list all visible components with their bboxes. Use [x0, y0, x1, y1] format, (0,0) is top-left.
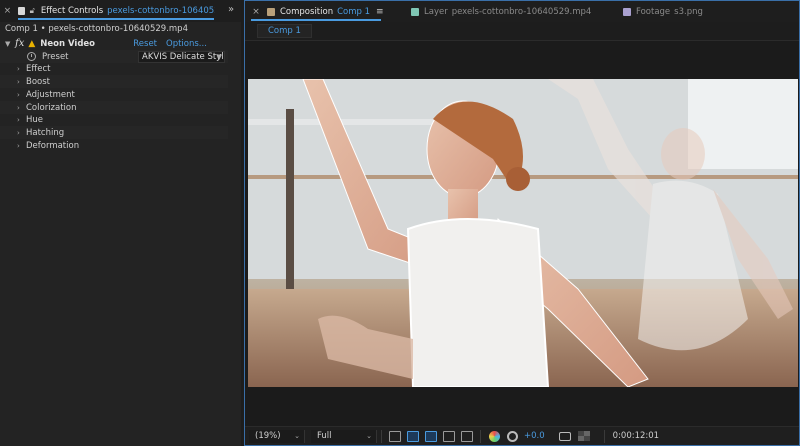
tab-layer[interactable]: Layer pexels-cottonbro-10640529.mp4: [405, 1, 617, 22]
mask-path-visibility-icon[interactable]: [425, 430, 437, 442]
tab-layer-name: pexels-cottonbro-10640529.mp4: [451, 6, 592, 17]
resolution-value: Full: [317, 431, 332, 441]
close-icon[interactable]: ×: [3, 6, 12, 16]
options-button[interactable]: Options...: [166, 39, 207, 49]
preset-dropdown[interactable]: AKVIS Delicate Styl ▼: [138, 50, 225, 63]
chevron-down-icon: ⌄: [366, 432, 372, 440]
panel-icon: [17, 7, 25, 15]
group-label: Adjustment: [26, 89, 75, 100]
group-row-effect[interactable]: › Effect: [0, 62, 228, 75]
composition-tabbar: × Composition Comp 1 ≡ Layer pexels-cott…: [245, 1, 799, 22]
preset-value: AKVIS Delicate Styl: [142, 51, 224, 62]
stopwatch-icon[interactable]: [27, 52, 36, 61]
preset-label: Preset: [42, 51, 69, 62]
transparency-grid-icon[interactable]: [407, 430, 419, 442]
zoom-dropdown[interactable]: (19%) ⌄: [249, 429, 305, 443]
snapshot-camera-icon[interactable]: [558, 431, 571, 441]
tab-title: Composition: [280, 6, 334, 17]
toolbar-separator: [603, 429, 605, 443]
toolbar-separator: [480, 429, 481, 443]
fast-preview-icon[interactable]: [389, 430, 401, 442]
twirl-closed-icon[interactable]: ›: [17, 142, 25, 150]
active-tab-underline: [251, 19, 381, 21]
twirl-closed-icon[interactable]: ›: [17, 91, 25, 99]
group-row-hatching[interactable]: › Hatching: [0, 126, 228, 139]
effect-name: Neon Video: [40, 38, 96, 49]
tab-footage[interactable]: Footage s3.png: [617, 1, 703, 22]
tab-title: Layer: [424, 6, 448, 17]
composition-panel: × Composition Comp 1 ≡ Layer pexels-cott…: [244, 0, 800, 446]
zoom-value: (19%): [255, 431, 281, 441]
lock-icon[interactable]: 🔓︎: [30, 6, 35, 16]
twirl-closed-icon[interactable]: ›: [17, 116, 25, 124]
group-label: Deformation: [26, 140, 80, 151]
panel-overflow-icon[interactable]: »: [228, 4, 234, 15]
current-time-display[interactable]: 0:00:12:01: [613, 431, 659, 441]
composition-navigator: Comp 1: [245, 22, 799, 41]
region-of-interest-icon[interactable]: [443, 430, 455, 442]
close-icon[interactable]: ×: [251, 7, 261, 17]
tab-file-link[interactable]: pexels-cottonbro-10640529.r: [107, 6, 215, 16]
twirl-closed-icon[interactable]: ›: [17, 129, 25, 137]
group-label: Effect: [26, 63, 51, 74]
group-row-deformation[interactable]: › Deformation: [0, 139, 228, 152]
group-label: Hatching: [26, 127, 65, 138]
exposure-value[interactable]: +0.0: [524, 431, 545, 441]
group-row-adjustment[interactable]: › Adjustment: [0, 88, 228, 101]
group-label: Boost: [26, 76, 50, 87]
group-row-boost[interactable]: › Boost: [0, 75, 228, 88]
tab-title: Footage: [636, 6, 671, 17]
effect-header-row[interactable]: ▼ fx ▲ Neon Video Reset Options...: [0, 37, 228, 50]
video-frame-illustration: [248, 79, 798, 387]
resolution-dropdown[interactable]: Full ⌄: [311, 429, 377, 443]
twirl-closed-icon[interactable]: ›: [17, 78, 25, 86]
tab-title: Effect Controls: [40, 6, 104, 16]
group-label: Hue: [26, 114, 44, 125]
footage-icon: [623, 7, 631, 16]
warning-icon: ▲: [28, 38, 36, 49]
reset-button[interactable]: Reset: [133, 39, 157, 49]
twirl-closed-icon[interactable]: ›: [17, 104, 25, 112]
effect-controls-subheader: Comp 1 • pexels-cottonbro-10640529.mp4: [5, 24, 188, 34]
group-label: Colorization: [26, 102, 77, 113]
toolbar-separator: [381, 429, 382, 443]
tab-composition[interactable]: × Composition Comp 1 ≡: [245, 1, 405, 22]
show-snapshot-icon[interactable]: [577, 431, 590, 441]
twirl-closed-icon[interactable]: ›: [17, 65, 25, 73]
effect-controls-tabbar: × 🔓︎ Effect Controls pexels-cottonbro-10…: [0, 0, 241, 22]
composition-viewer[interactable]: [245, 41, 799, 426]
comp-nav-button[interactable]: Comp 1: [257, 24, 312, 38]
channel-color-icon[interactable]: [489, 430, 500, 442]
chevron-down-icon: ⌄: [294, 432, 300, 440]
layer-icon: [411, 7, 419, 16]
effect-controls-panel: × 🔓︎ Effect Controls pexels-cottonbro-10…: [0, 0, 241, 446]
chevron-down-icon: ▼: [216, 52, 222, 61]
viewer-toolbar: (19%) ⌄ Full ⌄ +0.0 0:00:12:01: [245, 426, 799, 445]
menu-icon[interactable]: ≡: [376, 7, 384, 17]
grid-guides-icon[interactable]: [461, 430, 473, 442]
composition-frame-image: [248, 79, 798, 387]
active-tab-underline: [18, 18, 214, 20]
composition-icon: [267, 7, 275, 16]
fx-toggle-icon[interactable]: fx: [15, 38, 24, 49]
tab-footage-name: s3.png: [674, 6, 703, 17]
group-row-hue[interactable]: › Hue: [0, 113, 228, 126]
twirl-open-icon[interactable]: ▼: [5, 40, 13, 48]
tab-comp-link[interactable]: Comp 1: [337, 7, 370, 17]
reset-exposure-icon[interactable]: [507, 430, 518, 442]
